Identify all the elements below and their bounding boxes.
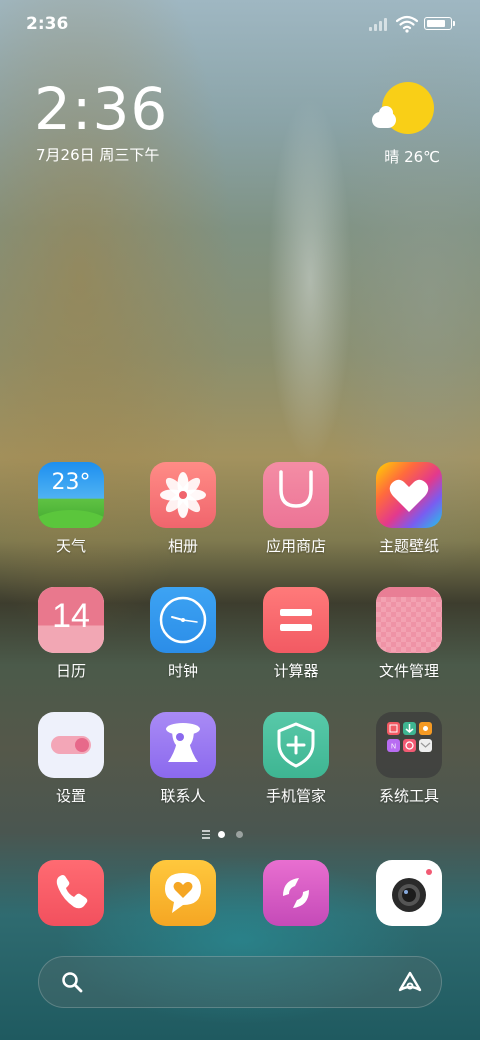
dock-browser[interactable] [241,860,351,926]
page-dot-active [218,831,225,838]
equals-icon [263,587,329,653]
app-weather[interactable]: 23° 天气 [16,462,126,556]
app-store[interactable]: 应用商店 [241,462,351,556]
clock-widget[interactable]: 2:36 7月26日 周三下午 [32,78,252,168]
camera-icon [376,860,442,926]
folder-icon [376,587,442,653]
assistant-icon[interactable] [397,970,423,994]
app-drawer-icon [202,830,210,839]
browser-icon [263,860,329,926]
calendar-icon-day: 14 [52,597,90,635]
status-time: 2:36 [26,14,69,34]
phone-icon [38,860,104,926]
app-files[interactable]: 文件管理 [354,587,464,681]
weather-icon: 23° [38,462,104,528]
battery-level [427,20,445,27]
app-label: 日历 [55,662,86,680]
status-bar: 2:36 [0,0,480,50]
search-icon[interactable] [61,971,83,993]
shield-plus-icon [263,712,329,778]
weather-widget[interactable]: 晴 26℃ [354,82,444,172]
toggle-icon [38,712,104,778]
app-calculator[interactable]: 计算器 [241,587,351,681]
app-label: 时钟 [167,662,198,680]
clock-date: 7月26日 周三下午 [36,146,160,164]
page-indicator[interactable] [200,828,280,842]
app-label: 天气 [55,537,86,555]
app-label: 文件管理 [378,662,439,680]
svg-text:N: N [391,744,396,751]
app-label: 计算器 [273,662,319,680]
sun-cloud-icon [372,82,434,134]
clock-icon [150,587,216,653]
shopping-bag-icon [263,462,329,528]
page-dot [236,831,243,838]
app-folder-icon: N [376,712,442,778]
app-label: 设置 [55,787,86,805]
person-icon [150,712,216,778]
clock-time: 2:36 [34,75,169,143]
app-settings[interactable]: 设置 [16,712,126,806]
flower-icon [150,462,216,528]
app-label: 相册 [167,537,198,555]
weather-text: 晴 26℃ [384,148,440,166]
app-security[interactable]: 手机管家 [241,712,351,806]
heart-icon [376,462,442,528]
wifi-icon [395,15,419,33]
message-heart-icon [150,860,216,926]
dock-messages[interactable] [128,860,238,926]
search-bar[interactable] [38,956,442,1008]
app-gallery[interactable]: 相册 [128,462,238,556]
calendar-icon: 14 [38,587,104,653]
signal-icon [369,17,389,31]
app-system-tools[interactable]: N 系统工具 [354,712,464,806]
app-label: 联系人 [160,787,206,805]
app-contacts[interactable]: 联系人 [128,712,238,806]
app-themes[interactable]: 主题壁纸 [354,462,464,556]
app-calendar[interactable]: 14 日历 [16,587,126,681]
dock-phone[interactable] [16,860,126,926]
app-label: 主题壁纸 [378,537,439,555]
app-label: 手机管家 [265,787,326,805]
app-label: 应用商店 [265,537,326,555]
app-label: 系统工具 [378,787,439,805]
weather-icon-temperature: 23° [51,470,91,495]
app-clock[interactable]: 时钟 [128,587,238,681]
dock-camera[interactable] [354,860,464,926]
battery-icon [424,17,455,30]
